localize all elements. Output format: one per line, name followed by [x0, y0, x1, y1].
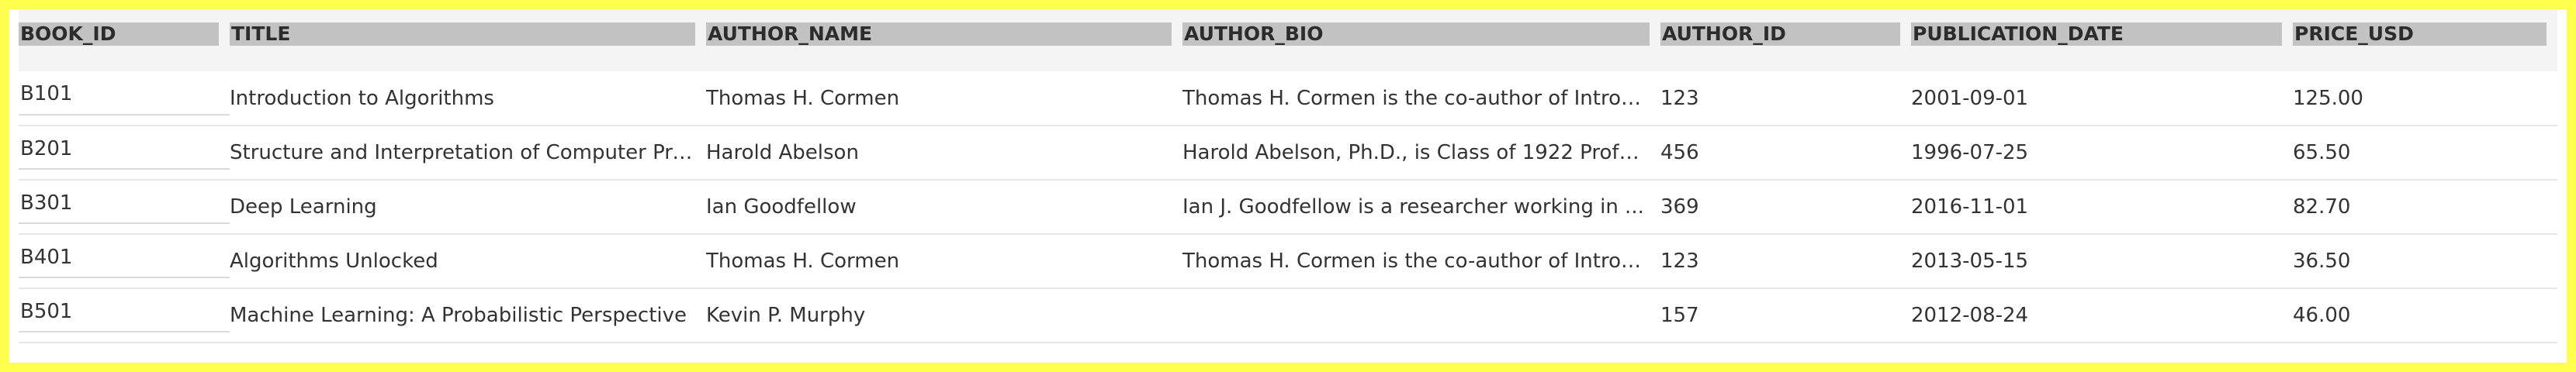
- cell-publication-date[interactable]: 2013-05-15: [1911, 234, 2293, 288]
- table-row[interactable]: B201 Structure and Interpretation of Com…: [19, 126, 2557, 180]
- cell-author-bio[interactable]: Harold Abelson, Ph.D., is Class of 1922 …: [1182, 126, 1660, 180]
- cell-title[interactable]: Introduction to Algorithms: [230, 71, 706, 126]
- table-body: B101 Introduction to Algorithms Thomas H…: [19, 71, 2557, 343]
- table-header: BOOK_ID TITLE AUTHOR_NAME AUTHOR_BIO AUT…: [19, 9, 2557, 71]
- cell-text: B501: [20, 300, 73, 323]
- table-row[interactable]: B301 Deep Learning Ian Goodfellow Ian J.…: [19, 180, 2557, 234]
- cell-author-bio[interactable]: Ian J. Goodfellow is a researcher workin…: [1182, 180, 1660, 234]
- cell-author-name[interactable]: Thomas H. Cormen: [706, 234, 1182, 288]
- cell-author-name[interactable]: Thomas H. Cormen: [706, 71, 1182, 126]
- cell-author-bio[interactable]: Thomas H. Cormen is the co-author of Int…: [1182, 234, 1660, 288]
- cell-title[interactable]: Structure and Interpretation of Computer…: [230, 126, 706, 180]
- cell-title[interactable]: Algorithms Unlocked: [230, 234, 706, 288]
- column-header-label: AUTHOR_NAME: [706, 22, 1172, 46]
- column-header-price-usd[interactable]: PRICE_USD: [2293, 9, 2557, 71]
- cell-author-id[interactable]: 456: [1660, 126, 1911, 180]
- cell-price-usd[interactable]: 125.00: [2293, 71, 2557, 126]
- cell-underline: [19, 168, 230, 170]
- cell-title[interactable]: Machine Learning: A Probabilistic Perspe…: [230, 288, 706, 343]
- cell-publication-date[interactable]: 2012-08-24: [1911, 288, 2293, 343]
- cell-author-name[interactable]: Harold Abelson: [706, 126, 1182, 180]
- cell-author-bio[interactable]: [1182, 288, 1660, 343]
- column-header-label: AUTHOR_ID: [1660, 22, 1900, 46]
- cell-author-name[interactable]: Ian Goodfellow: [706, 180, 1182, 234]
- column-header-author-name[interactable]: AUTHOR_NAME: [706, 9, 1182, 71]
- cell-book-id[interactable]: B301: [19, 180, 230, 234]
- cell-underline: [19, 222, 230, 224]
- cell-text: B401: [20, 246, 73, 269]
- cell-book-id[interactable]: B101: [19, 71, 230, 126]
- cell-underline: [19, 114, 230, 115]
- books-table: BOOK_ID TITLE AUTHOR_NAME AUTHOR_BIO AUT…: [19, 9, 2557, 343]
- table-row[interactable]: B101 Introduction to Algorithms Thomas H…: [19, 71, 2557, 126]
- column-header-label: BOOK_ID: [19, 22, 219, 46]
- table-row[interactable]: B401 Algorithms Unlocked Thomas H. Corme…: [19, 234, 2557, 288]
- cell-book-id[interactable]: B201: [19, 126, 230, 180]
- cell-underline: [19, 331, 230, 332]
- column-header-author-id[interactable]: AUTHOR_ID: [1660, 9, 1911, 71]
- cell-price-usd[interactable]: 46.00: [2293, 288, 2557, 343]
- cell-price-usd[interactable]: 36.50: [2293, 234, 2557, 288]
- cell-price-usd[interactable]: 82.70: [2293, 180, 2557, 234]
- cell-underline: [19, 277, 230, 278]
- cell-author-id[interactable]: 123: [1660, 234, 1911, 288]
- header-row: BOOK_ID TITLE AUTHOR_NAME AUTHOR_BIO AUT…: [19, 9, 2557, 71]
- column-header-label: TITLE: [230, 22, 695, 46]
- data-grid-panel: BOOK_ID TITLE AUTHOR_NAME AUTHOR_BIO AUT…: [9, 9, 2567, 363]
- cell-author-name[interactable]: Kevin P. Murphy: [706, 288, 1182, 343]
- cell-author-id[interactable]: 123: [1660, 71, 1911, 126]
- column-header-label: PUBLICATION_DATE: [1911, 22, 2282, 46]
- cell-author-id[interactable]: 369: [1660, 180, 1911, 234]
- cell-publication-date[interactable]: 2016-11-01: [1911, 180, 2293, 234]
- column-header-author-bio[interactable]: AUTHOR_BIO: [1182, 9, 1660, 71]
- cell-book-id[interactable]: B501: [19, 288, 230, 343]
- column-header-label: PRICE_USD: [2293, 22, 2547, 46]
- cell-publication-date[interactable]: 2001-09-01: [1911, 71, 2293, 126]
- column-header-publication-date[interactable]: PUBLICATION_DATE: [1911, 9, 2293, 71]
- cell-book-id[interactable]: B401: [19, 234, 230, 288]
- cell-text: B201: [20, 137, 73, 160]
- column-header-label: AUTHOR_BIO: [1182, 22, 1650, 46]
- cell-author-id[interactable]: 157: [1660, 288, 1911, 343]
- table-row[interactable]: B501 Machine Learning: A Probabilistic P…: [19, 288, 2557, 343]
- cell-title[interactable]: Deep Learning: [230, 180, 706, 234]
- cell-text: B101: [20, 82, 73, 105]
- cell-publication-date[interactable]: 1996-07-25: [1911, 126, 2293, 180]
- column-header-title[interactable]: TITLE: [230, 9, 706, 71]
- cell-text: B301: [20, 191, 73, 215]
- cell-price-usd[interactable]: 65.50: [2293, 126, 2557, 180]
- column-header-book-id[interactable]: BOOK_ID: [19, 9, 230, 71]
- cell-author-bio[interactable]: Thomas H. Cormen is the co-author of Int…: [1182, 71, 1660, 126]
